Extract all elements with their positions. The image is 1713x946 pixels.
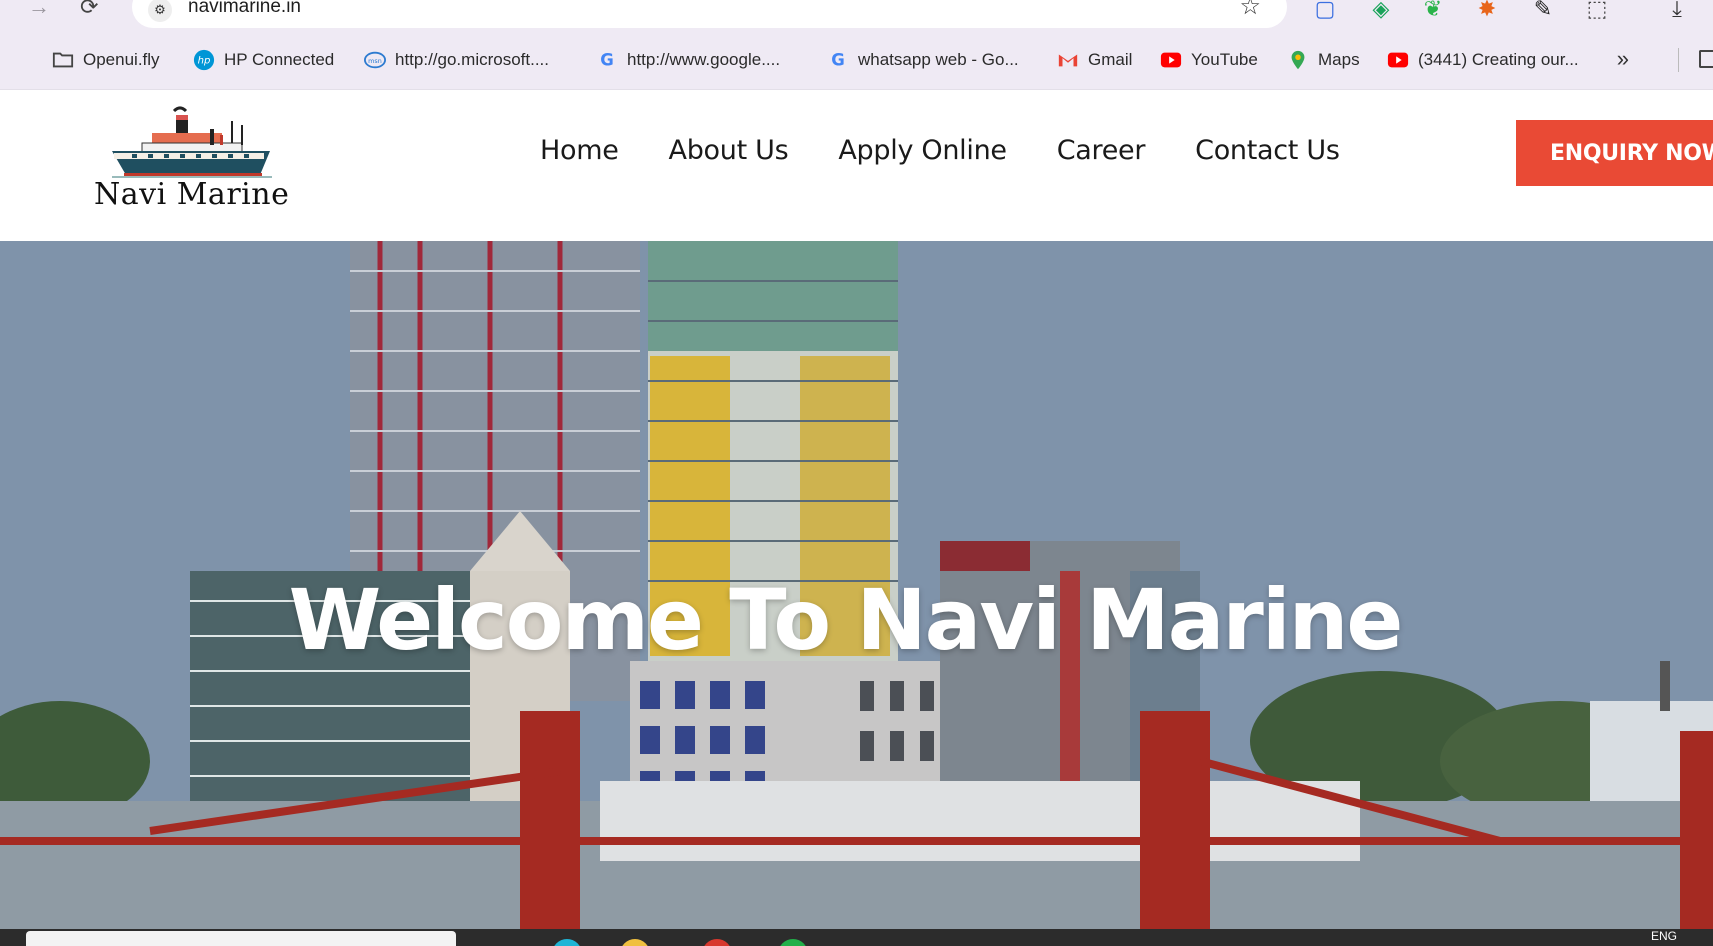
logo-text[interactable]: Navi Marine	[94, 177, 289, 212]
nav-about-us[interactable]: About Us	[669, 135, 789, 166]
bookmark-label: (3441) Creating our...	[1418, 50, 1579, 69]
bookmark-star-icon[interactable]: ☆	[1239, 0, 1261, 21]
bookmark-label: http://www.google....	[627, 50, 781, 69]
bookmark-openui[interactable]: Openui.fly	[52, 30, 160, 90]
more-bookmarks-icon[interactable]: »	[1617, 46, 1629, 72]
site-header: Navi Marine Home About Us Apply Online C…	[0, 91, 1713, 241]
bookmarks-divider	[1678, 48, 1679, 72]
maps-icon	[1291, 50, 1305, 70]
hero-banner: Welcome To Navi Marine	[0, 241, 1713, 929]
download-icon[interactable]: ⤓	[1664, 0, 1690, 22]
site-info-icon[interactable]: ⚙	[148, 0, 172, 22]
hero-title: Welcome To Navi Marine	[288, 571, 1404, 669]
taskbar-chrome-icon[interactable]	[702, 939, 732, 946]
pen-extension-icon[interactable]: ✎	[1530, 0, 1556, 22]
nav-home[interactable]: Home	[540, 135, 619, 166]
bookmark-youtube[interactable]: YouTube	[1160, 30, 1258, 90]
gmail-icon	[1058, 54, 1078, 67]
svg-text:msn: msn	[368, 57, 382, 65]
language-indicator[interactable]: ENG	[1651, 929, 1677, 943]
bookmark-label: Gmail	[1088, 50, 1133, 69]
nav-career[interactable]: Career	[1057, 135, 1146, 166]
enquiry-now-button[interactable]: ENQUIRY NOW	[1516, 120, 1713, 186]
bookmark-label: HP Connected	[224, 50, 335, 69]
taskbar-search-box[interactable]	[26, 931, 456, 946]
google-icon: G	[831, 51, 845, 70]
os-taskbar: ENG	[0, 929, 1713, 946]
bookmark-label: http://go.microsoft....	[395, 50, 550, 69]
svg-text:G: G	[600, 51, 614, 70]
bookmark-gmail[interactable]: Gmail	[1057, 30, 1132, 90]
google-icon: G	[600, 51, 614, 70]
shield-extension-icon[interactable]: ◈	[1368, 0, 1394, 22]
bookmark-label: whatsapp web - Go...	[858, 50, 1019, 69]
leaf-extension-icon[interactable]: ❦	[1420, 0, 1446, 22]
bookmark-label: YouTube	[1191, 50, 1258, 69]
extension-icon[interactable]: ▢	[1312, 0, 1338, 22]
youtube-icon	[1387, 52, 1409, 68]
address-bar[interactable]: ⚙ navimarine.in ☆	[132, 0, 1287, 28]
taskbar-whatsapp-icon[interactable]	[778, 939, 808, 946]
bookmark-youtube-video[interactable]: (3441) Creating our...	[1387, 30, 1579, 90]
svg-text:G: G	[831, 51, 845, 70]
url-text[interactable]: navimarine.in	[188, 0, 301, 18]
reload-icon[interactable]: ⟳	[80, 0, 98, 20]
youtube-icon	[1160, 52, 1182, 68]
taskbar-folder-icon[interactable]	[620, 939, 650, 946]
main-nav: Home About Us Apply Online Career Contac…	[540, 135, 1340, 166]
bookmark-whatsapp[interactable]: G whatsapp web - Go...	[827, 30, 1019, 90]
bookmarks-bar: Openui.fly hp HP Connected msn http://go…	[0, 30, 1713, 90]
nav-contact-us[interactable]: Contact Us	[1195, 135, 1340, 166]
other-bookmarks-folder-icon[interactable]	[1699, 50, 1713, 68]
msn-icon: msn	[364, 51, 386, 69]
taskbar-app-icon[interactable]	[552, 939, 582, 946]
puzzle-extensions-icon[interactable]: ⬚	[1584, 0, 1610, 22]
so-extension-icon[interactable]: ✸	[1474, 0, 1500, 22]
svg-text:hp: hp	[198, 56, 211, 67]
bookmark-microsoft[interactable]: msn http://go.microsoft....	[364, 30, 549, 90]
bookmark-label: Maps	[1318, 50, 1360, 69]
bookmark-google[interactable]: G http://www.google....	[596, 30, 780, 90]
forward-arrow-icon[interactable]: →	[28, 0, 50, 20]
hp-icon: hp	[193, 49, 215, 71]
bookmark-maps[interactable]: Maps	[1287, 30, 1360, 90]
bookmark-label: Openui.fly	[83, 50, 160, 69]
nav-apply-online[interactable]: Apply Online	[838, 135, 1007, 166]
bookmark-hp[interactable]: hp HP Connected	[193, 30, 334, 90]
folder-icon	[52, 52, 74, 68]
browser-toolbar: → ⟳ ⚙ navimarine.in ☆ ▢ ◈ ❦ ✸ ✎ ⬚ ⤓	[0, 0, 1713, 30]
